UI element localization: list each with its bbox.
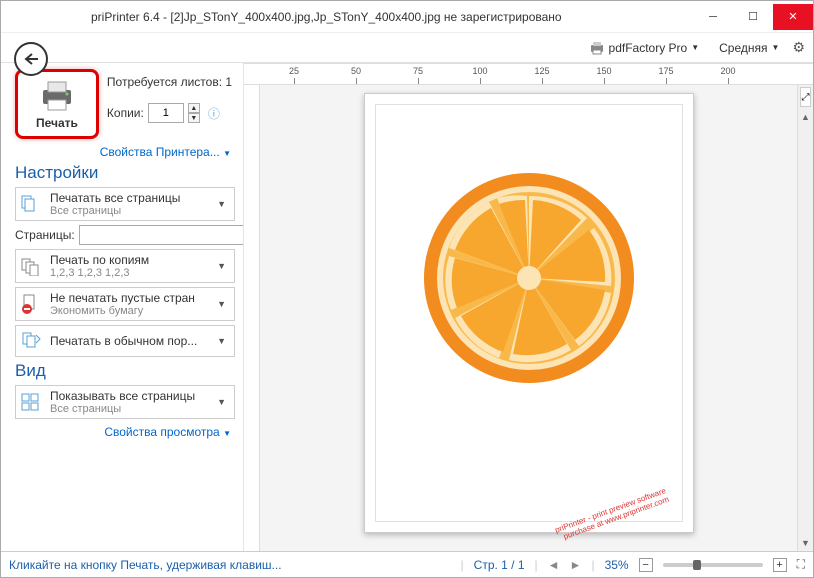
option-show-all[interactable]: Показывать все страницыВсе страницы ▼ (15, 385, 235, 419)
grid-icon (20, 391, 44, 413)
print-label: Печать (36, 116, 78, 130)
printer-selector[interactable]: pdfFactory Pro ▼ (582, 38, 707, 58)
next-page[interactable]: ► (570, 558, 582, 572)
content-area: Печать Потребуется листов: 1 Копии: ▲ ▼ … (1, 63, 813, 551)
toolbar: pdfFactory Pro ▼ Средняя ▼ ⚙ (1, 33, 813, 63)
preview-pane: 255075100125150175200 (243, 63, 813, 551)
prev-page[interactable]: ◄ (548, 558, 560, 572)
chevron-down-icon: ▼ (213, 261, 230, 271)
view-heading: Вид (15, 361, 235, 381)
app-window: priPrinter 6.4 - [2]Jp_STonY_400x400.jpg… (0, 0, 814, 578)
sheets-value: 1 (225, 75, 232, 89)
copies-up[interactable]: ▲ (188, 103, 200, 113)
pages-label: Страницы: (15, 228, 75, 242)
scrollbar-vertical[interactable]: ⤢ ▲ ▼ (797, 85, 813, 551)
chevron-down-icon: ▼ (691, 43, 699, 52)
ruler-horizontal: 255075100125150175200 (244, 63, 813, 85)
maximize-button[interactable]: ☐ (733, 4, 773, 30)
view-properties-link[interactable]: Свойства просмотра ▼ (15, 425, 235, 439)
collate-icon (20, 255, 44, 277)
fit-icon[interactable]: ⛶ (797, 557, 805, 572)
minimize-button[interactable]: ─ (693, 4, 733, 30)
chevron-down-icon: ▼ (213, 299, 230, 309)
statusbar: Кликайте на кнопку Печать, удерживая кла… (1, 551, 813, 577)
orange-image (419, 168, 639, 388)
status-hint: Кликайте на кнопку Печать, удерживая кла… (9, 558, 451, 572)
copies-label: Копии: (107, 106, 144, 120)
gear-icon[interactable]: ⚙ (792, 39, 805, 56)
window-title: priPrinter 6.4 - [2]Jp_STonY_400x400.jpg… (1, 10, 693, 24)
copies-down[interactable]: ▼ (188, 113, 200, 123)
expand-icon[interactable]: ⤢ (800, 87, 811, 107)
ruler-vertical (244, 85, 260, 551)
zoom-in[interactable]: + (773, 558, 787, 572)
quality-label: Средняя (719, 41, 767, 55)
quality-selector[interactable]: Средняя ▼ (712, 38, 786, 58)
zoom-slider[interactable] (663, 563, 763, 567)
printer-icon (589, 41, 605, 55)
option-collate[interactable]: Печать по копиям1,2,3 1,2,3 1,2,3 ▼ (15, 249, 235, 283)
order-icon (20, 330, 44, 352)
titlebar: priPrinter 6.4 - [2]Jp_STonY_400x400.jpg… (1, 1, 813, 33)
printer-name: pdfFactory Pro (609, 41, 688, 55)
no-empty-icon (20, 293, 44, 315)
option-all-pages[interactable]: Печатать все страницыВсе страницы ▼ (15, 187, 235, 221)
chevron-down-icon: ▼ (213, 397, 230, 407)
sheets-label: Потребуется листов: (107, 75, 222, 89)
printer-properties-link[interactable]: Свойства Принтера... ▼ (15, 145, 235, 159)
pages-icon (20, 193, 44, 215)
pages-input[interactable] (79, 225, 243, 245)
option-skip-empty[interactable]: Не печатать пустые странЭкономить бумагу… (15, 287, 235, 321)
printer-icon (37, 80, 77, 112)
page: priPrinter - print preview software purc… (364, 93, 694, 533)
close-button[interactable]: ✕ (773, 4, 813, 30)
arrow-left-icon (22, 52, 40, 66)
zoom-value: 35% (605, 558, 629, 572)
chevron-down-icon: ▼ (772, 43, 780, 52)
print-button[interactable]: Печать (15, 69, 99, 139)
back-button[interactable] (14, 42, 48, 76)
chevron-down-icon: ▼ (213, 336, 230, 346)
info-icon[interactable]: ⓘ (208, 105, 220, 122)
sidebar: Печать Потребуется листов: 1 Копии: ▲ ▼ … (1, 63, 243, 551)
copies-input[interactable] (148, 103, 184, 123)
chevron-down-icon: ▼ (213, 199, 230, 209)
scroll-up[interactable]: ▲ (798, 109, 813, 125)
page-indicator: Стр. 1 / 1 (474, 558, 525, 572)
zoom-out[interactable]: − (639, 558, 653, 572)
option-normal-order[interactable]: Печатать в обычном пор... ▼ (15, 325, 235, 357)
settings-heading: Настройки (15, 163, 235, 183)
page-canvas[interactable]: priPrinter - print preview software purc… (260, 85, 797, 551)
scroll-down[interactable]: ▼ (798, 535, 813, 551)
